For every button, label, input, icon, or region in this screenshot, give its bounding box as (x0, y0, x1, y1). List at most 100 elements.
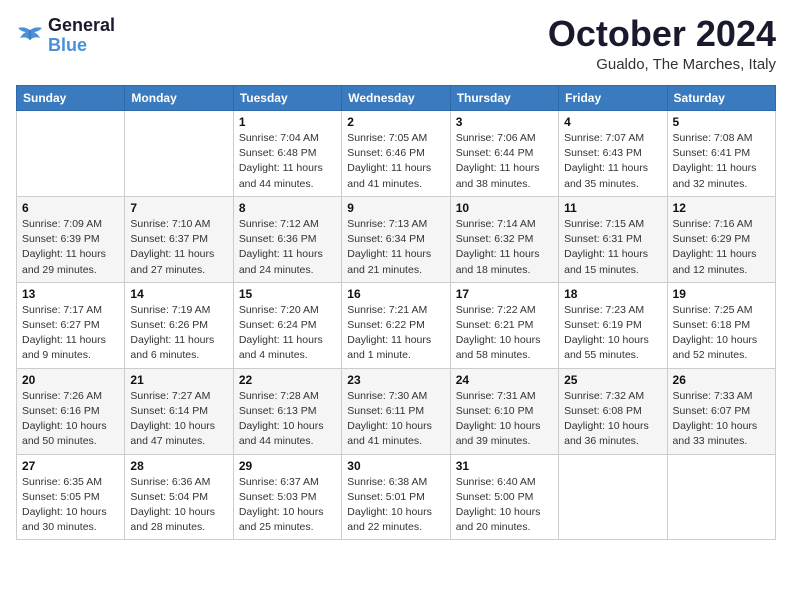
day-info: Sunrise: 6:36 AM Sunset: 5:04 PM Dayligh… (130, 475, 227, 536)
day-info: Sunrise: 7:19 AM Sunset: 6:26 PM Dayligh… (130, 303, 227, 364)
day-info: Sunrise: 6:35 AM Sunset: 5:05 PM Dayligh… (22, 475, 119, 536)
month-title: October 2024 (548, 16, 776, 52)
weekday-header-saturday: Saturday (667, 86, 775, 111)
day-number: 14 (130, 287, 227, 301)
day-number: 13 (22, 287, 119, 301)
weekday-header-monday: Monday (125, 86, 233, 111)
day-number: 15 (239, 287, 336, 301)
calendar-cell: 28Sunrise: 6:36 AM Sunset: 5:04 PM Dayli… (125, 454, 233, 540)
calendar-cell (17, 111, 125, 197)
day-number: 21 (130, 373, 227, 387)
calendar-cell: 21 Sunrise: 7:27 AM Sunset: 6:14 PM Dayli… (125, 368, 233, 454)
day-info: Sunrise: 7:06 AM Sunset: 6:44 PM Dayligh… (456, 131, 553, 192)
day-number: 7 (130, 201, 227, 215)
day-number: 26 (673, 373, 770, 387)
location-subtitle: Gualdo, The Marches, Italy (548, 56, 776, 73)
day-number: 8 (239, 201, 336, 215)
day-number: 18 (564, 287, 661, 301)
day-info: Sunrise: 7:22 AM Sunset: 6:21 PM Dayligh… (456, 303, 553, 364)
day-info: Sunrise: 7:09 AM Sunset: 6:39 PM Dayligh… (22, 217, 119, 278)
calendar-cell: 6 Sunrise: 7:09 AM Sunset: 6:39 PM Daylig… (17, 196, 125, 282)
calendar-cell: 23 Sunrise: 7:30 AM Sunset: 6:11 PM Dayli… (342, 368, 450, 454)
day-info: Sunrise: 7:27 AM Sunset: 6:14 PM Dayligh… (130, 389, 227, 450)
calendar-cell: 17 Sunrise: 7:22 AM Sunset: 6:21 PM Dayli… (450, 282, 558, 368)
calendar-cell (559, 454, 667, 540)
calendar-cell: 31Sunrise: 6:40 AM Sunset: 5:00 PM Dayli… (450, 454, 558, 540)
day-number: 9 (347, 201, 444, 215)
calendar-cell: 30Sunrise: 6:38 AM Sunset: 5:01 PM Dayli… (342, 454, 450, 540)
day-info: Sunrise: 7:21 AM Sunset: 6:22 PM Dayligh… (347, 303, 444, 364)
calendar-week-2: 6 Sunrise: 7:09 AM Sunset: 6:39 PM Daylig… (17, 196, 776, 282)
calendar-cell: 5 Sunrise: 7:08 AM Sunset: 6:41 PM Daylig… (667, 111, 775, 197)
day-info: Sunrise: 7:23 AM Sunset: 6:19 PM Dayligh… (564, 303, 661, 364)
day-info: Sunrise: 7:05 AM Sunset: 6:46 PM Dayligh… (347, 131, 444, 192)
logo-icon (16, 24, 44, 48)
day-number: 1 (239, 115, 336, 129)
calendar-cell: 4 Sunrise: 7:07 AM Sunset: 6:43 PM Daylig… (559, 111, 667, 197)
day-number: 23 (347, 373, 444, 387)
calendar-cell: 25 Sunrise: 7:32 AM Sunset: 6:08 PM Dayli… (559, 368, 667, 454)
calendar-cell: 29Sunrise: 6:37 AM Sunset: 5:03 PM Dayli… (233, 454, 341, 540)
calendar-header: SundayMondayTuesdayWednesdayThursdayFrid… (17, 86, 776, 111)
day-number: 20 (22, 373, 119, 387)
day-number: 24 (456, 373, 553, 387)
calendar-cell: 27 Sunrise: 6:35 AM Sunset: 5:05 PM Dayli… (17, 454, 125, 540)
weekday-header-tuesday: Tuesday (233, 86, 341, 111)
title-block: October 2024 Gualdo, The Marches, Italy (548, 16, 776, 73)
calendar-cell: 14 Sunrise: 7:19 AM Sunset: 6:26 PM Dayli… (125, 282, 233, 368)
calendar-body: 1 Sunrise: 7:04 AM Sunset: 6:48 PM Daylig… (17, 111, 776, 540)
logo: General Blue (16, 16, 115, 56)
calendar-cell (667, 454, 775, 540)
calendar-cell: 2 Sunrise: 7:05 AM Sunset: 6:46 PM Daylig… (342, 111, 450, 197)
day-info: Sunrise: 7:26 AM Sunset: 6:16 PM Dayligh… (22, 389, 119, 450)
calendar-cell: 20 Sunrise: 7:26 AM Sunset: 6:16 PM Dayli… (17, 368, 125, 454)
day-number: 6 (22, 201, 119, 215)
calendar-week-3: 13 Sunrise: 7:17 AM Sunset: 6:27 PM Dayli… (17, 282, 776, 368)
calendar-week-5: 27 Sunrise: 6:35 AM Sunset: 5:05 PM Dayli… (17, 454, 776, 540)
day-number: 25 (564, 373, 661, 387)
calendar-cell: 26 Sunrise: 7:33 AM Sunset: 6:07 PM Dayli… (667, 368, 775, 454)
day-number: 30 (347, 459, 444, 473)
calendar-cell: 9Sunrise: 7:13 AM Sunset: 6:34 PM Daylig… (342, 196, 450, 282)
weekday-header-sunday: Sunday (17, 86, 125, 111)
day-number: 27 (22, 459, 119, 473)
day-info: Sunrise: 7:33 AM Sunset: 6:07 PM Dayligh… (673, 389, 770, 450)
calendar-cell: 13 Sunrise: 7:17 AM Sunset: 6:27 PM Dayli… (17, 282, 125, 368)
calendar-cell: 8Sunrise: 7:12 AM Sunset: 6:36 PM Daylig… (233, 196, 341, 282)
day-number: 5 (673, 115, 770, 129)
day-number: 12 (673, 201, 770, 215)
calendar-cell: 19Sunrise: 7:25 AM Sunset: 6:18 PM Dayli… (667, 282, 775, 368)
day-number: 31 (456, 459, 553, 473)
day-info: Sunrise: 7:04 AM Sunset: 6:48 PM Dayligh… (239, 131, 336, 192)
day-info: Sunrise: 7:25 AM Sunset: 6:18 PM Dayligh… (673, 303, 770, 364)
calendar-cell: 18 Sunrise: 7:23 AM Sunset: 6:19 PM Dayli… (559, 282, 667, 368)
calendar-week-4: 20 Sunrise: 7:26 AM Sunset: 6:16 PM Dayli… (17, 368, 776, 454)
day-info: Sunrise: 7:14 AM Sunset: 6:32 PM Dayligh… (456, 217, 553, 278)
day-number: 4 (564, 115, 661, 129)
calendar-cell: 3 Sunrise: 7:06 AM Sunset: 6:44 PM Daylig… (450, 111, 558, 197)
day-info: Sunrise: 7:30 AM Sunset: 6:11 PM Dayligh… (347, 389, 444, 450)
weekday-header-row: SundayMondayTuesdayWednesdayThursdayFrid… (17, 86, 776, 111)
day-number: 22 (239, 373, 336, 387)
day-number: 16 (347, 287, 444, 301)
day-info: Sunrise: 7:07 AM Sunset: 6:43 PM Dayligh… (564, 131, 661, 192)
logo-text: General Blue (48, 16, 115, 56)
day-info: Sunrise: 7:17 AM Sunset: 6:27 PM Dayligh… (22, 303, 119, 364)
calendar-cell: 22Sunrise: 7:28 AM Sunset: 6:13 PM Dayli… (233, 368, 341, 454)
day-info: Sunrise: 7:08 AM Sunset: 6:41 PM Dayligh… (673, 131, 770, 192)
day-number: 3 (456, 115, 553, 129)
calendar-cell: 7Sunrise: 7:10 AM Sunset: 6:37 PM Daylig… (125, 196, 233, 282)
page-header: General Blue October 2024 Gualdo, The Ma… (16, 16, 776, 73)
day-number: 10 (456, 201, 553, 215)
weekday-header-thursday: Thursday (450, 86, 558, 111)
day-number: 2 (347, 115, 444, 129)
calendar-cell (125, 111, 233, 197)
calendar-table: SundayMondayTuesdayWednesdayThursdayFrid… (16, 85, 776, 540)
calendar-cell: 11Sunrise: 7:15 AM Sunset: 6:31 PM Dayli… (559, 196, 667, 282)
calendar-week-1: 1 Sunrise: 7:04 AM Sunset: 6:48 PM Daylig… (17, 111, 776, 197)
weekday-header-wednesday: Wednesday (342, 86, 450, 111)
day-number: 17 (456, 287, 553, 301)
calendar-cell: 15 Sunrise: 7:20 AM Sunset: 6:24 PM Dayli… (233, 282, 341, 368)
day-info: Sunrise: 7:20 AM Sunset: 6:24 PM Dayligh… (239, 303, 336, 364)
day-info: Sunrise: 7:32 AM Sunset: 6:08 PM Dayligh… (564, 389, 661, 450)
